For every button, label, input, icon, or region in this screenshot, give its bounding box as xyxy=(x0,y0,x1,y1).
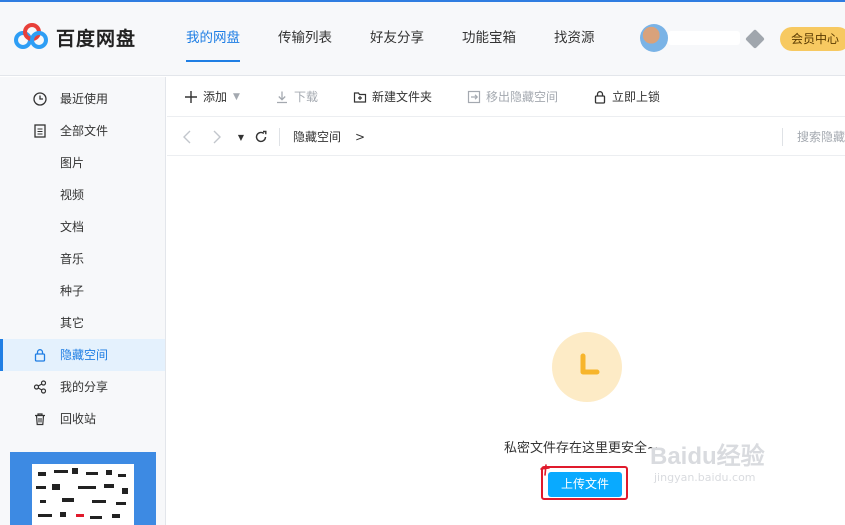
watermark-url: jingyan.baidu.com xyxy=(654,471,756,484)
download-button[interactable]: 下载 xyxy=(274,77,318,117)
sidebar-item-documents[interactable]: 文档 xyxy=(0,211,165,243)
sidebar-item-all-files[interactable]: 全部文件 xyxy=(0,115,165,147)
baidu-netdisk-logo-icon xyxy=(14,23,50,51)
plus-icon xyxy=(183,89,199,105)
sidebar-item-label: 全部文件 xyxy=(60,124,109,138)
new-folder-label: 新建文件夹 xyxy=(371,90,432,104)
sidebar-item-label: 音乐 xyxy=(60,252,85,266)
search-divider xyxy=(782,128,783,146)
move-out-hidden-button[interactable]: 移出隐藏空间 xyxy=(466,77,558,117)
sidebar-item-hidden-space[interactable]: 隐藏空间 xyxy=(0,339,165,371)
watermark-brand: Baidu经验 xyxy=(650,443,765,470)
sidebar-item-images[interactable]: 图片 xyxy=(0,147,165,179)
download-icon xyxy=(274,89,290,105)
sidebar-item-others[interactable]: 其它 xyxy=(0,307,165,339)
app-logo[interactable]: 百度网盘 xyxy=(14,22,136,52)
qr-code-image xyxy=(32,464,134,525)
move-out-label: 移出隐藏空间 xyxy=(485,90,558,104)
lock-icon xyxy=(32,347,48,363)
tab-transfer-list[interactable]: 传输列表 xyxy=(264,0,346,76)
history-dropdown-icon[interactable]: ▼ xyxy=(233,129,249,145)
forward-icon[interactable] xyxy=(209,129,225,145)
sidebar-item-recent[interactable]: 最近使用 xyxy=(0,83,165,115)
sidebar-item-label: 回收站 xyxy=(60,412,97,426)
new-folder-icon xyxy=(352,89,368,105)
app-name: 百度网盘 xyxy=(56,27,137,50)
lock-now-button[interactable]: 立即上锁 xyxy=(592,77,660,117)
move-out-icon xyxy=(466,89,482,105)
lock-icon xyxy=(592,89,608,105)
download-label: 下载 xyxy=(293,90,318,104)
clock-illustration-icon xyxy=(552,332,622,402)
sidebar-item-my-shares[interactable]: 我的分享 xyxy=(0,371,165,403)
path-divider xyxy=(279,128,280,146)
add-label: 添加 xyxy=(203,90,228,104)
sidebar-item-torrents[interactable]: 种子 xyxy=(0,275,165,307)
search-input[interactable]: 搜索隐藏 xyxy=(797,118,845,156)
annotation-mark xyxy=(540,464,550,476)
new-folder-button[interactable]: 新建文件夹 xyxy=(352,77,432,117)
sidebar-item-label: 文档 xyxy=(60,220,85,234)
promo-banner[interactable] xyxy=(10,452,156,525)
username-redacted xyxy=(668,31,740,45)
sidebar-item-label: 种子 xyxy=(60,284,85,298)
vip-center-button[interactable]: 会员中心 xyxy=(780,27,845,51)
trash-icon xyxy=(32,411,48,427)
clock-icon xyxy=(32,91,48,107)
tab-toolbox[interactable]: 功能宝箱 xyxy=(448,0,530,76)
file-toolbar: 添加 ▼ 下载 新建文件夹 移出隐藏空间 立即上锁 xyxy=(167,77,845,117)
lock-now-label: 立即上锁 xyxy=(611,90,660,104)
sidebar-item-label: 其它 xyxy=(60,316,85,330)
sidebar-item-label: 我的分享 xyxy=(60,380,109,394)
sidebar-item-label: 图片 xyxy=(60,156,85,170)
tab-friend-share[interactable]: 好友分享 xyxy=(356,0,438,76)
back-icon[interactable] xyxy=(179,129,195,145)
add-button[interactable]: 添加 ▼ xyxy=(183,77,240,117)
sidebar-item-label: 最近使用 xyxy=(60,92,109,106)
share-icon xyxy=(32,379,48,395)
main-nav: 我的网盘 传输列表 好友分享 功能宝箱 找资源 xyxy=(172,0,619,76)
empty-state-message: 私密文件存在这里更安全~ xyxy=(504,441,658,456)
user-dropdown-icon[interactable] xyxy=(745,29,765,49)
avatar[interactable] xyxy=(640,24,668,52)
sidebar-item-recycle-bin[interactable]: 回收站 xyxy=(0,403,165,435)
tab-my-netdisk[interactable]: 我的网盘 xyxy=(172,0,254,76)
top-bar: 百度网盘 我的网盘 传输列表 好友分享 功能宝箱 找资源 会员中心 xyxy=(0,0,845,76)
caret-down-icon: ▼ xyxy=(233,91,240,102)
path-bar: ▼ 隐藏空间 > 搜索隐藏 xyxy=(167,118,845,156)
sidebar-item-music[interactable]: 音乐 xyxy=(0,243,165,275)
breadcrumb-hidden-space[interactable]: 隐藏空间 xyxy=(293,118,341,156)
sidebar-item-label: 视频 xyxy=(60,188,85,202)
sidebar: 最近使用 全部文件 图片 视频 文档 音乐 种子 其它 隐藏空间 我的分享 回收… xyxy=(0,77,166,525)
baidu-jingyan-watermark: Baidu经验 jingyan.baidu.com xyxy=(650,436,830,508)
document-icon xyxy=(32,123,48,139)
sidebar-item-videos[interactable]: 视频 xyxy=(0,179,165,211)
breadcrumb-separator: > xyxy=(355,130,366,144)
tab-find-resources[interactable]: 找资源 xyxy=(540,0,609,76)
sidebar-item-label: 隐藏空间 xyxy=(60,348,109,362)
refresh-icon[interactable] xyxy=(253,129,269,145)
